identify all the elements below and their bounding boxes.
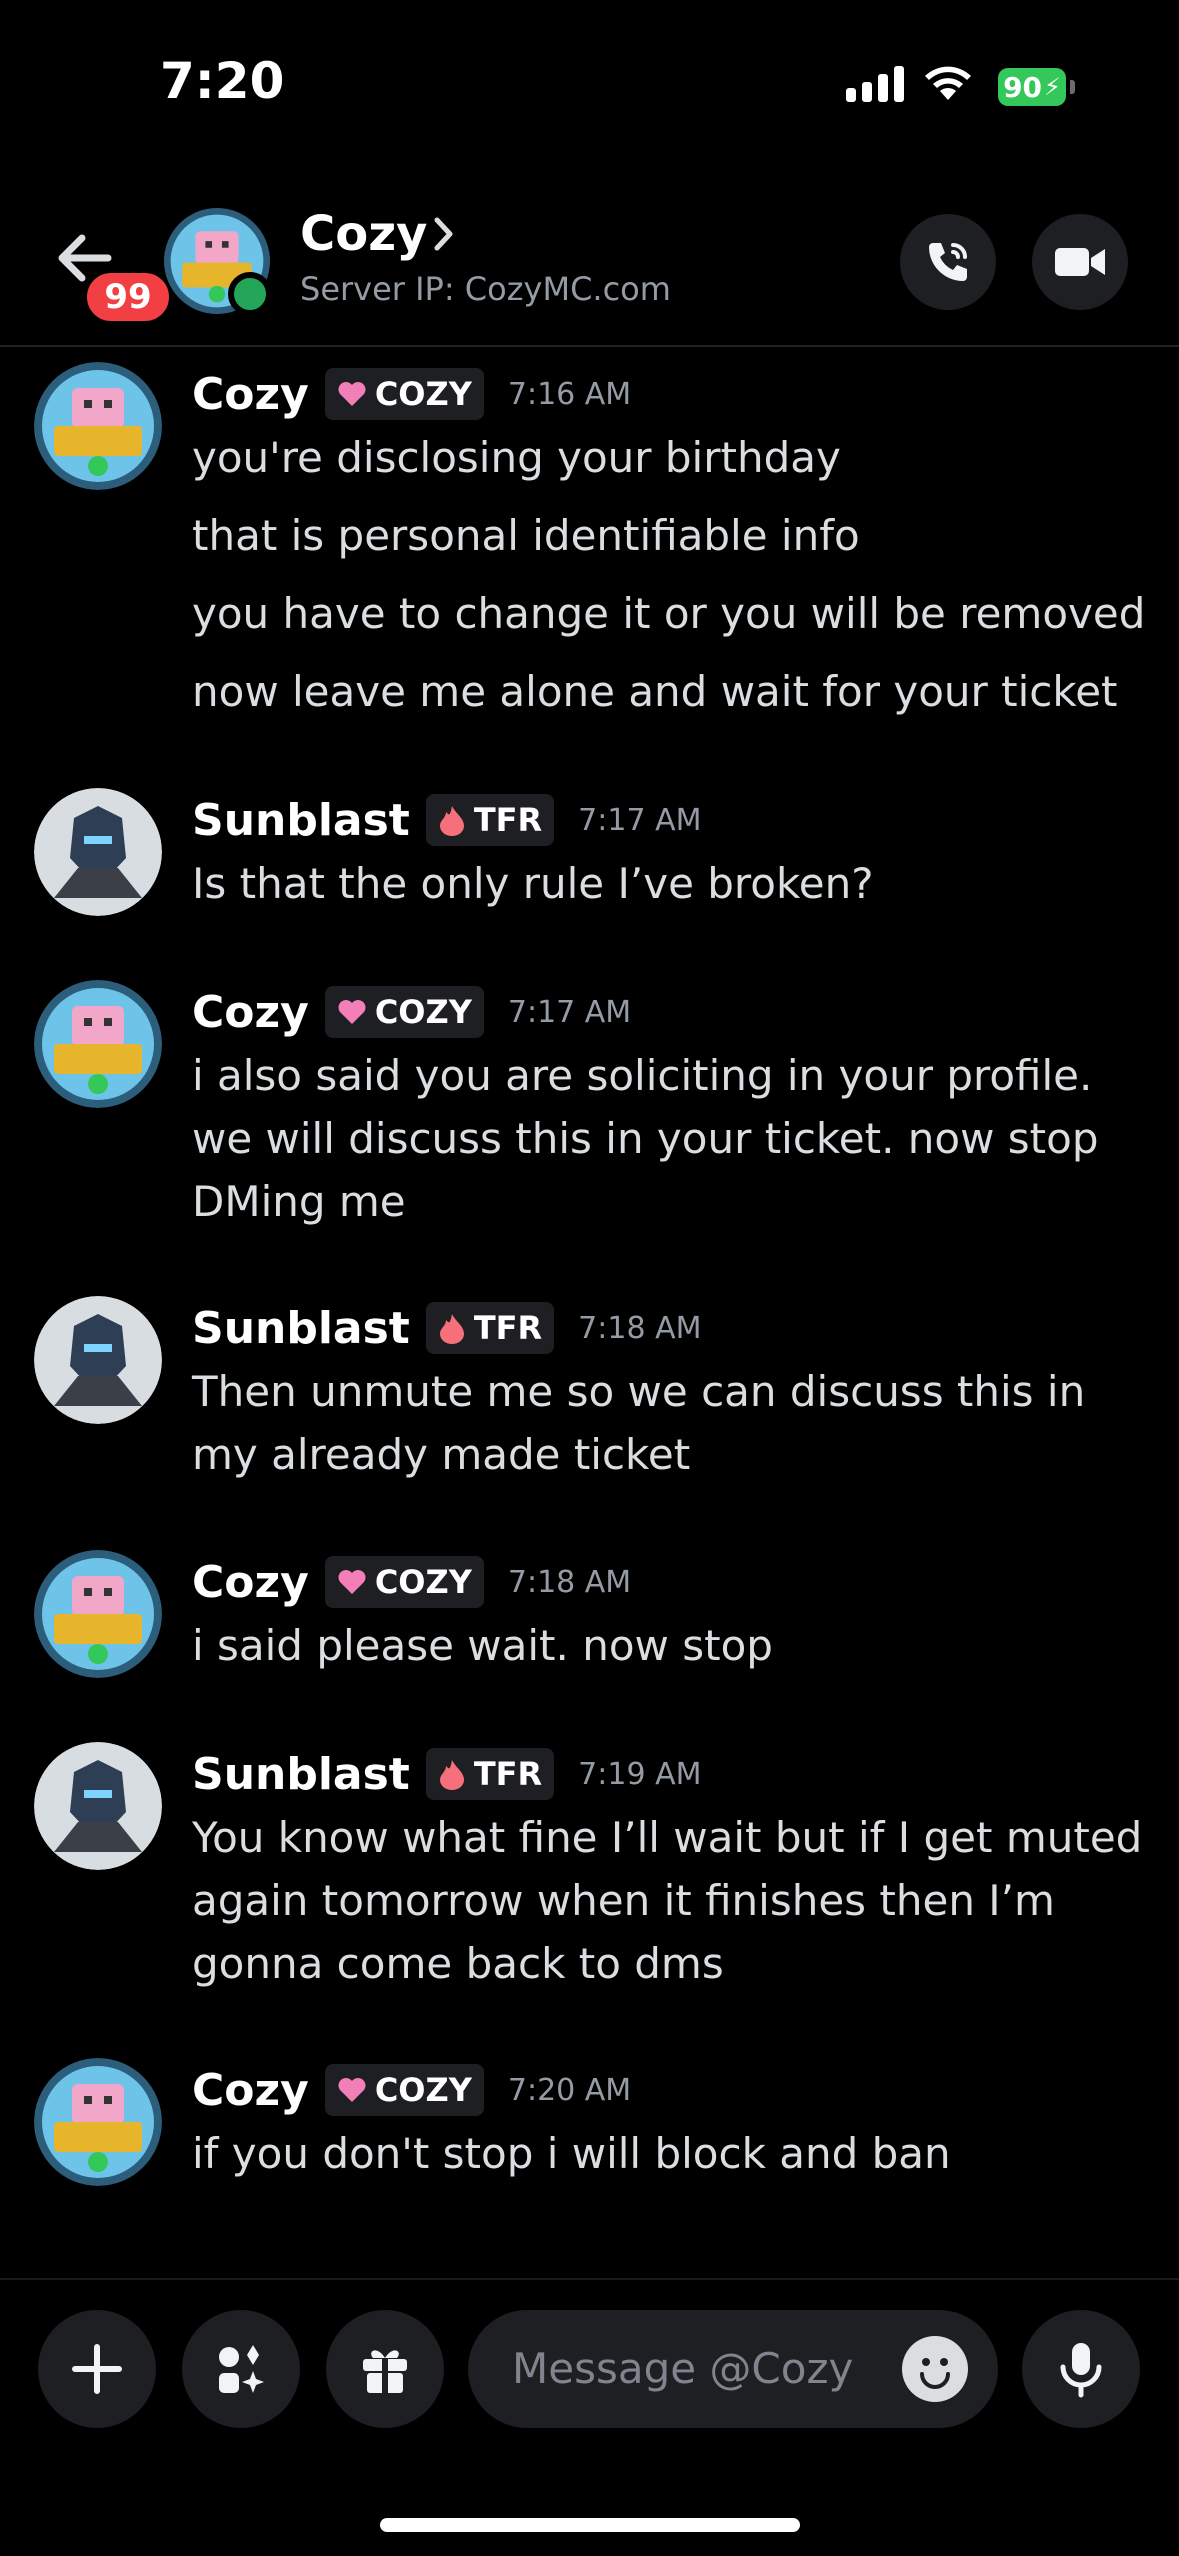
server-tag-label: COZY xyxy=(374,1563,472,1601)
battery-tip xyxy=(1070,80,1075,94)
username[interactable]: Sunblast xyxy=(192,1749,410,1800)
video-call-button[interactable] xyxy=(1032,214,1128,310)
username[interactable]: Cozy xyxy=(192,369,309,420)
avatar[interactable] xyxy=(34,1742,162,1870)
message-body: You know what fine I’ll wait but if I ge… xyxy=(192,1806,1152,1995)
timestamp: 7:18 AM xyxy=(578,1310,702,1346)
timestamp: 7:17 AM xyxy=(578,802,702,838)
fire-icon xyxy=(439,1760,464,1790)
server-tag[interactable]: COZY xyxy=(324,368,484,420)
timestamp: 7:18 AM xyxy=(507,1564,632,1600)
message-header: Cozy COZY 7:18 AM xyxy=(192,1550,631,1614)
heart-icon xyxy=(338,382,366,406)
message-body: Is that the only rule I’ve broken? xyxy=(192,852,1152,930)
dm-header: 99 Cozy Server IP: CozyMC.com xyxy=(0,190,1179,347)
server-tag[interactable]: COZY xyxy=(324,2064,484,2116)
heart-icon xyxy=(338,1000,366,1024)
message-line: i said please wait. now stop xyxy=(192,1621,773,1670)
heart-icon xyxy=(338,2078,366,2102)
timestamp: 7:19 AM xyxy=(578,1756,702,1792)
avatar[interactable] xyxy=(34,788,162,916)
video-camera-icon xyxy=(1055,248,1105,276)
message-line: You know what fine I’ll wait but if I ge… xyxy=(192,1813,1143,1988)
timestamp: 7:20 AM xyxy=(507,2072,632,2108)
charging-bolt-icon: ⚡ xyxy=(1044,73,1061,101)
message-input-placeholder: Message @Cozy xyxy=(512,2344,854,2393)
voice-message-button[interactable] xyxy=(1022,2310,1140,2428)
dm-subtitle: Server IP: CozyMC.com xyxy=(300,270,671,308)
status-time: 7:20 xyxy=(160,52,285,110)
server-tag-label: COZY xyxy=(374,2071,472,2109)
voice-call-button[interactable] xyxy=(900,214,996,310)
username[interactable]: Sunblast xyxy=(192,1303,410,1354)
wifi-icon xyxy=(925,66,971,100)
microphone-icon xyxy=(1060,2343,1102,2398)
plus-icon xyxy=(72,2344,122,2394)
message-header: Sunblast TFR 7:19 AM xyxy=(192,1742,701,1806)
battery-level: 90 xyxy=(1003,70,1043,104)
username[interactable]: Cozy xyxy=(192,1557,309,1608)
avatar[interactable] xyxy=(34,362,162,490)
message-body: you're disclosing your birthday that is … xyxy=(192,426,1152,738)
message-composer: Message @Cozy xyxy=(0,2278,1179,2480)
message-header: Cozy COZY 7:20 AM xyxy=(192,2058,631,2122)
message-body: i said please wait. now stop xyxy=(192,1614,1152,1692)
phone-icon xyxy=(929,243,967,281)
message-line: you're disclosing your birthday xyxy=(192,433,841,482)
apps-button[interactable] xyxy=(182,2310,300,2428)
message-body: Then unmute me so we can discuss this in… xyxy=(192,1360,1152,1486)
chevron-right-icon[interactable] xyxy=(432,214,456,254)
username[interactable]: Cozy xyxy=(192,2065,309,2116)
fire-icon xyxy=(439,1314,464,1344)
server-tag-label: COZY xyxy=(374,375,472,413)
battery-indicator: 90 ⚡ xyxy=(998,68,1066,106)
add-attachment-button[interactable] xyxy=(38,2310,156,2428)
avatar[interactable] xyxy=(34,2058,162,2186)
message-body: i also said you are soliciting in your p… xyxy=(192,1044,1152,1233)
emoji-icon[interactable] xyxy=(902,2336,968,2402)
gift-button[interactable] xyxy=(326,2310,444,2428)
server-tag[interactable]: TFR xyxy=(425,1748,555,1800)
timestamp: 7:16 AM xyxy=(507,376,632,412)
message-line: now leave me alone and wait for your tic… xyxy=(192,667,1118,716)
message-body: if you don't stop i will block and ban xyxy=(192,2122,1152,2200)
unread-badge: 99 xyxy=(82,268,174,326)
message-input[interactable]: Message @Cozy xyxy=(468,2310,998,2428)
server-tag-label: COZY xyxy=(374,993,472,1031)
online-status-indicator xyxy=(228,272,272,316)
avatar[interactable] xyxy=(34,980,162,1108)
avatar[interactable] xyxy=(34,1550,162,1678)
message-line: you have to change it or you will be rem… xyxy=(192,589,1146,638)
server-tag-label: TFR xyxy=(473,801,543,839)
server-tag[interactable]: COZY xyxy=(324,1556,484,1608)
message-header: Cozy COZY 7:17 AM xyxy=(192,980,631,1044)
avatar[interactable] xyxy=(34,1296,162,1424)
server-tag-label: TFR xyxy=(473,1309,543,1347)
cellular-signal-icon xyxy=(846,66,904,102)
gift-icon xyxy=(363,2350,407,2393)
message-line: Is that the only rule I’ve broken? xyxy=(192,859,874,908)
message-header: Sunblast TFR 7:18 AM xyxy=(192,1296,701,1360)
server-tag[interactable]: COZY xyxy=(324,986,484,1038)
heart-icon xyxy=(338,1570,366,1594)
server-tag[interactable]: TFR xyxy=(425,794,555,846)
apps-icon xyxy=(219,2345,264,2393)
fire-icon xyxy=(439,806,464,836)
home-indicator[interactable] xyxy=(380,2518,800,2532)
server-tag[interactable]: TFR xyxy=(425,1302,555,1354)
message-line: Then unmute me so we can discuss this in… xyxy=(192,1367,1086,1479)
message-line: that is personal identifiable info xyxy=(192,511,860,560)
message-header: Sunblast TFR 7:17 AM xyxy=(192,788,701,852)
message-line: i also said you are soliciting in your p… xyxy=(192,1051,1099,1226)
message-header: Cozy COZY 7:16 AM xyxy=(192,362,631,426)
dm-title[interactable]: Cozy xyxy=(300,206,427,262)
status-bar: 7:20 90 ⚡ xyxy=(0,0,1179,170)
message-line: if you don't stop i will block and ban xyxy=(192,2129,951,2178)
server-tag-label: TFR xyxy=(473,1755,543,1793)
timestamp: 7:17 AM xyxy=(507,994,632,1030)
username[interactable]: Cozy xyxy=(192,987,309,1038)
username[interactable]: Sunblast xyxy=(192,795,410,846)
